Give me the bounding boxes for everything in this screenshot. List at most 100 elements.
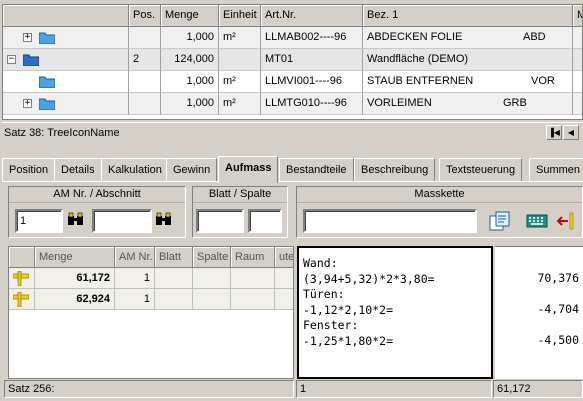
tree-row[interactable]: + 1,000 m² LLMTG010----96 VORLEIMEN GRB xyxy=(3,93,582,115)
mk-result xyxy=(495,317,579,333)
tab-summen[interactable]: Summen xyxy=(529,158,583,182)
masskette-line-number: 1 xyxy=(300,383,307,395)
blatt-input[interactable] xyxy=(196,209,244,233)
cell-artnr: LLMTG010----96 xyxy=(261,93,363,115)
header-bez1[interactable]: Bez. 1 xyxy=(363,5,573,27)
masskette-editor[interactable]: Wand: (3,94+5,32)*2*3,80= Türen: -1,12*2,10… xyxy=(297,246,493,379)
tab-textsteuerung[interactable]: Textsteuerung xyxy=(439,158,523,182)
header-unterteil[interactable]: utei xyxy=(275,247,293,268)
am-nr-input[interactable]: 1 xyxy=(15,209,63,233)
header-spalte[interactable]: Spalte xyxy=(193,247,231,268)
cell-artnr: LLMVI001----96 xyxy=(261,71,363,93)
tree-status-text: Satz 38: TreeIconName xyxy=(4,127,120,139)
cell-blatt xyxy=(155,289,193,310)
tab-aufmass[interactable]: Aufmass xyxy=(218,156,279,183)
cell-pos: 2 xyxy=(129,49,161,71)
cell-einheit: m² xyxy=(219,93,261,115)
abschnitt-input[interactable] xyxy=(92,209,152,233)
cell-bez: STAUB ENTFERNEN VOR xyxy=(363,71,573,93)
marker-cell xyxy=(9,289,35,310)
masskette-results: 70,376 -4,704 -4,500 xyxy=(495,246,583,379)
detail-tabs: Position Details Kalkulation Gewinn Aufm… xyxy=(2,156,583,183)
tree-row[interactable]: + 1,000 m² LLMAB002----96 ABDECKEN FOLIE… xyxy=(3,27,582,49)
header-artnr[interactable]: Art.Nr. xyxy=(261,5,363,27)
cell-am-nr: 1 xyxy=(115,268,155,289)
bez-text: STAUB ENTFERNEN xyxy=(367,75,474,87)
header-marker[interactable] xyxy=(9,247,35,268)
cell-artnr: LLMAB002----96 xyxy=(261,27,363,49)
header-menge[interactable]: Menge xyxy=(35,247,115,268)
cell-more xyxy=(573,93,582,115)
blatt-spalte-group-title: Blatt / Spalte xyxy=(193,187,287,203)
cell-unterteil xyxy=(275,268,293,289)
keyboard-icon[interactable] xyxy=(526,212,548,230)
aufmass-status: Satz 256: xyxy=(4,380,294,398)
prev-record-icon[interactable]: ◀ xyxy=(563,125,579,140)
first-record-icon[interactable]: ▐◀ xyxy=(546,125,562,140)
tree-node-cell xyxy=(3,71,129,93)
cell-bez: VORLEIMEN GRB xyxy=(363,93,573,115)
bez-text: Wandfläche (DEMO) xyxy=(367,53,469,65)
bez-text: VORLEIMEN xyxy=(367,97,432,109)
header-tree-column[interactable] xyxy=(3,5,129,27)
marker-cell xyxy=(9,268,35,289)
header-pos[interactable]: Pos. xyxy=(129,5,161,27)
copy-document-icon[interactable] xyxy=(488,210,512,232)
measurement-marker-icon xyxy=(13,271,29,286)
masskette-input[interactable] xyxy=(303,209,477,233)
aufmass-grid-header: Menge AM Nr. Blatt Spalte Raum utei xyxy=(9,247,293,268)
tab-bestandteile[interactable]: Bestandteile xyxy=(279,158,354,182)
cell-raum xyxy=(231,268,275,289)
expand-icon[interactable]: + xyxy=(23,33,32,42)
header-am-nr[interactable]: AM Nr. xyxy=(115,247,155,268)
cell-raum xyxy=(231,289,275,310)
aufmass-grid[interactable]: Menge AM Nr. Blatt Spalte Raum utei 61,1… xyxy=(8,246,294,379)
tree-grid-header: Pos. Menge Einheit Art.Nr. Bez. 1 M xyxy=(3,5,582,27)
masskette-group-title: Masskette xyxy=(297,187,582,203)
positions-tree-grid[interactable]: Pos. Menge Einheit Art.Nr. Bez. 1 M + 1,… xyxy=(2,4,583,120)
tree-node-cell: + xyxy=(3,93,129,115)
tab-kalkulation[interactable]: Kalkulation xyxy=(101,158,169,182)
mk-result: -4,500 xyxy=(537,332,579,347)
cell-more xyxy=(573,71,582,93)
aufmass-row[interactable]: 62,924 1 xyxy=(9,289,293,310)
header-menge[interactable]: Menge xyxy=(161,5,219,27)
mk-result xyxy=(495,255,579,271)
header-einheit[interactable]: Einheit xyxy=(219,5,261,27)
cell-menge: 1,000 xyxy=(161,93,219,115)
mk-line: Wand: xyxy=(303,256,338,270)
tab-beschreibung[interactable]: Beschreibung xyxy=(354,158,436,182)
header-more[interactable]: M xyxy=(573,5,582,27)
binoculars-icon[interactable] xyxy=(154,210,174,230)
header-raum[interactable]: Raum xyxy=(231,247,275,268)
tree-row[interactable]: − 2 124,000 MT01 Wandfläche (DEMO) xyxy=(3,49,582,71)
bez-text: ABDECKEN FOLIE xyxy=(367,31,463,43)
cell-einheit xyxy=(219,49,261,71)
tab-gewinn[interactable]: Gewinn xyxy=(166,158,218,182)
cell-artnr: MT01 xyxy=(261,49,363,71)
cell-menge: 124,000 xyxy=(161,49,219,71)
tab-details[interactable]: Details xyxy=(54,158,102,182)
mk-line: -1,12*2,10*2= xyxy=(303,302,394,317)
tab-position[interactable]: Position xyxy=(2,158,56,182)
masskette-total: 61,172 xyxy=(497,383,531,395)
collapse-icon[interactable]: − xyxy=(7,55,16,64)
binoculars-icon[interactable] xyxy=(66,210,86,230)
cell-more xyxy=(573,27,582,49)
tree-node-cell: − xyxy=(3,49,129,71)
expand-icon[interactable]: + xyxy=(23,99,32,108)
insert-arrow-icon[interactable] xyxy=(556,211,578,231)
cell-pos xyxy=(129,71,161,93)
tree-row[interactable]: 1,000 m² LLMVI001----96 STAUB ENTFERNEN V… xyxy=(3,71,582,93)
cell-menge: 61,172 xyxy=(35,268,115,289)
header-blatt[interactable]: Blatt xyxy=(155,247,193,268)
tree-node-cell: + xyxy=(3,27,129,49)
mk-line: (3,94+5,32)*2*3,80= xyxy=(303,271,435,286)
tab-panel-edge xyxy=(2,181,583,182)
folder-icon xyxy=(39,76,55,88)
spalte-input[interactable] xyxy=(248,209,282,233)
mk-line: Fenster: xyxy=(303,318,359,332)
aufmass-row[interactable]: 61,172 1 xyxy=(9,268,293,289)
masskette-line-status: 1 xyxy=(296,380,492,398)
mk-line: -1,25*1,80*2= xyxy=(303,333,394,348)
